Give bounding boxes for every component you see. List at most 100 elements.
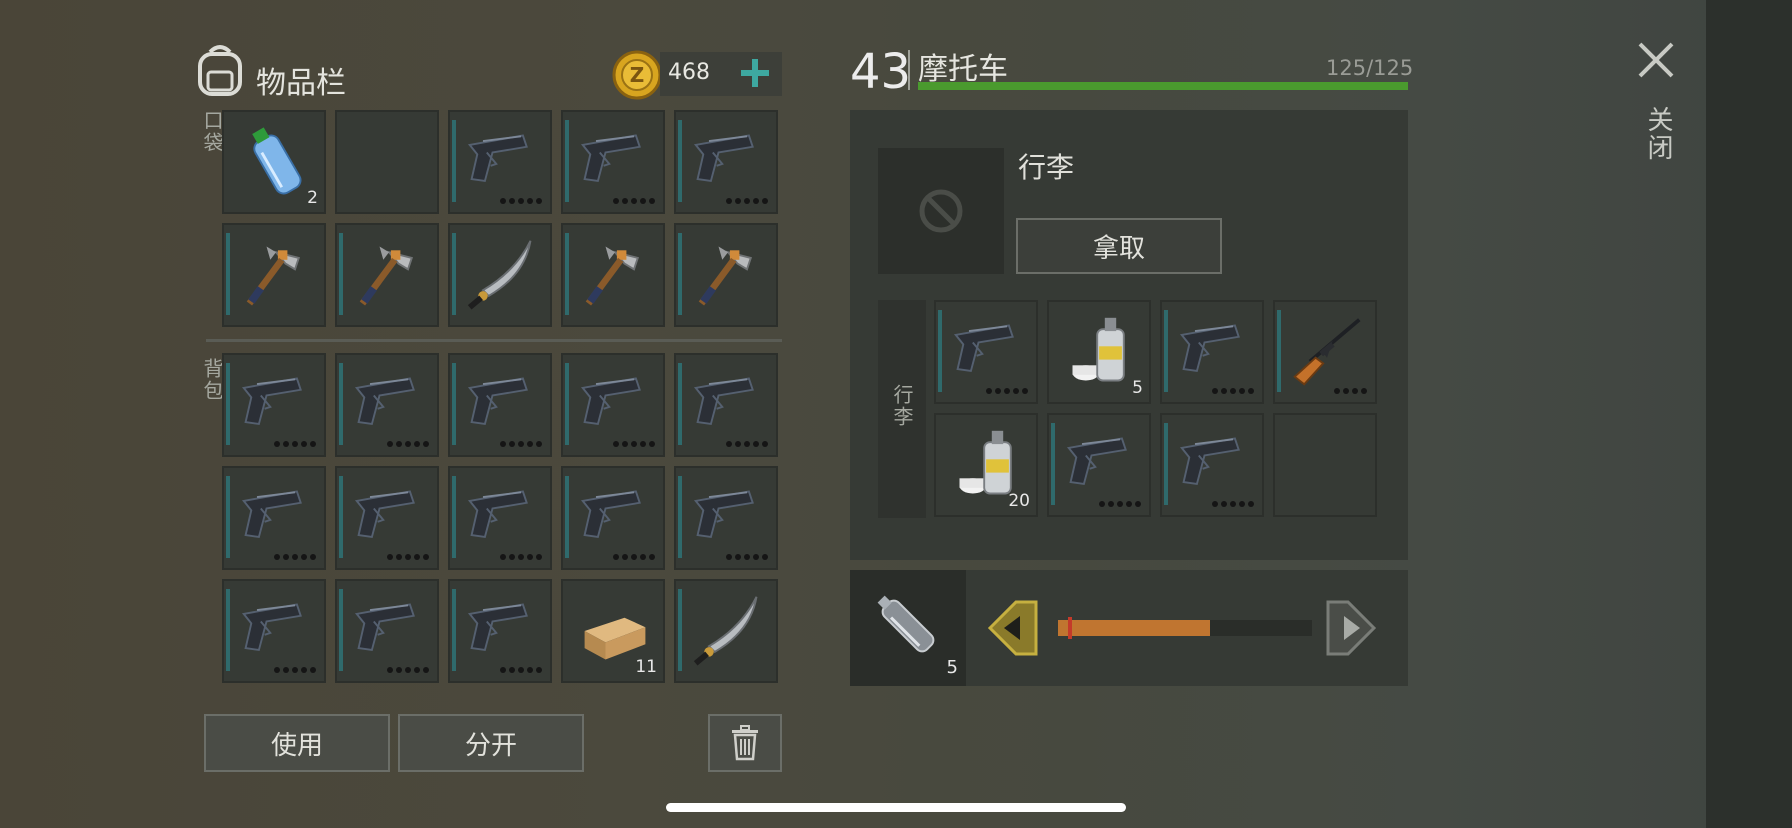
durability-indicator: [1164, 423, 1168, 505]
durability-indicator: [678, 120, 682, 202]
durability-indicator: [226, 589, 230, 671]
durability-indicator: [678, 476, 682, 558]
section-divider: [206, 339, 782, 342]
pistol-icon: [467, 603, 528, 652]
pistol-icon: [580, 134, 641, 183]
backpack-slot[interactable]: [448, 353, 552, 457]
pistol-icon: [354, 490, 415, 539]
fuel-bar: [1058, 617, 1312, 639]
backpack-slot[interactable]: [335, 579, 439, 683]
pistol-icon: [467, 134, 528, 183]
backpack-slot[interactable]: [674, 579, 778, 683]
hammer-icon: [698, 246, 753, 306]
pistol-icon: [354, 603, 415, 652]
add-coins-button[interactable]: [738, 56, 772, 90]
close-button[interactable]: [1636, 40, 1676, 80]
coin-icon: Z: [612, 50, 662, 100]
pocket-slot[interactable]: [335, 110, 439, 214]
ammo-dots: [500, 554, 542, 560]
header-separator: [908, 50, 910, 90]
fuel-bottle-icon: [877, 595, 935, 653]
luggage-slot[interactable]: [1047, 413, 1151, 517]
ammo-dots: [500, 441, 542, 447]
fuel-prev-button[interactable]: [986, 598, 1038, 658]
pocket-slot[interactable]: [561, 223, 665, 327]
backpack-slot[interactable]: [222, 579, 326, 683]
ammo-dots: [1334, 388, 1367, 394]
machete-icon: [467, 240, 532, 310]
durability-indicator: [1277, 310, 1281, 392]
pistol-icon: [580, 490, 641, 539]
durability-bar-fill: [918, 82, 1408, 90]
rifle-icon: [1293, 318, 1361, 386]
durability-indicator: [565, 120, 569, 202]
backpack-slot[interactable]: [222, 353, 326, 457]
pocket-slot[interactable]: [561, 110, 665, 214]
pocket-slot[interactable]: [222, 223, 326, 327]
pistol-icon: [467, 377, 528, 426]
fuel-next-button[interactable]: [1326, 598, 1378, 658]
backpack-slot[interactable]: [674, 353, 778, 457]
home-indicator: [666, 803, 1126, 812]
trash-icon: [732, 725, 758, 761]
luggage-slot[interactable]: 20: [934, 413, 1038, 517]
pistol-icon: [693, 134, 754, 183]
pocket-slot[interactable]: [335, 223, 439, 327]
close-label[interactable]: 关闭: [1640, 106, 1677, 162]
durability-indicator: [226, 476, 230, 558]
ammo-dots: [274, 441, 316, 447]
water-bottle-icon: [252, 127, 302, 195]
pocket-slot[interactable]: [448, 110, 552, 214]
backpack-slot[interactable]: [335, 466, 439, 570]
durability-indicator: [678, 233, 682, 315]
hammer-icon: [246, 246, 301, 306]
pistol-icon: [1179, 437, 1240, 486]
svg-text:Z: Z: [630, 63, 645, 87]
backpack-slot[interactable]: [561, 466, 665, 570]
luggage-slot[interactable]: [1273, 300, 1377, 404]
ammo-dots: [274, 667, 316, 673]
backpack-slot[interactable]: [448, 579, 552, 683]
arrow-left-icon: [987, 600, 1038, 656]
luggage-slot[interactable]: [934, 300, 1038, 404]
durability-indicator: [565, 476, 569, 558]
split-button[interactable]: 分开: [398, 714, 584, 772]
use-button[interactable]: 使用: [204, 714, 390, 772]
pocket-slot[interactable]: [674, 110, 778, 214]
spray-paint-icon: [1072, 317, 1125, 382]
backpack-slot[interactable]: [448, 466, 552, 570]
pistol-icon: [467, 490, 528, 539]
luggage-slot[interactable]: 5: [1047, 300, 1151, 404]
item-count: 5: [1132, 378, 1143, 398]
ammo-dots: [387, 554, 429, 560]
backpack-slot[interactable]: [335, 353, 439, 457]
backpack-slot[interactable]: [561, 353, 665, 457]
trash-button[interactable]: [708, 714, 782, 772]
hammer-icon: [359, 246, 414, 306]
fuel-item-slot[interactable]: 5: [850, 570, 966, 686]
luggage-slot[interactable]: [1160, 300, 1264, 404]
durability-indicator: [938, 310, 942, 392]
pistol-icon: [693, 490, 754, 539]
take-button[interactable]: 拿取: [1016, 218, 1222, 274]
backpack-slot[interactable]: 11: [561, 579, 665, 683]
durability-indicator: [339, 476, 343, 558]
pocket-slot[interactable]: [448, 223, 552, 327]
ammo-dots: [613, 441, 655, 447]
ammo-dots: [726, 554, 768, 560]
pocket-slot[interactable]: [674, 223, 778, 327]
fuel-bar-fill: [1058, 620, 1211, 636]
item-count: 2: [307, 188, 318, 208]
luggage-slot[interactable]: [1160, 413, 1264, 517]
luggage-side-label: 行李: [890, 384, 914, 428]
pistol-icon: [580, 377, 641, 426]
luggage-slot[interactable]: [1273, 413, 1377, 517]
backpack-slot[interactable]: [674, 466, 778, 570]
backpack-slot[interactable]: [222, 466, 326, 570]
ammo-dots: [613, 198, 655, 204]
durability-indicator: [1164, 310, 1168, 392]
pocket-slot[interactable]: 2: [222, 110, 326, 214]
ammo-dots: [726, 198, 768, 204]
item-count: 20: [1008, 491, 1030, 511]
durability-indicator: [452, 120, 456, 202]
